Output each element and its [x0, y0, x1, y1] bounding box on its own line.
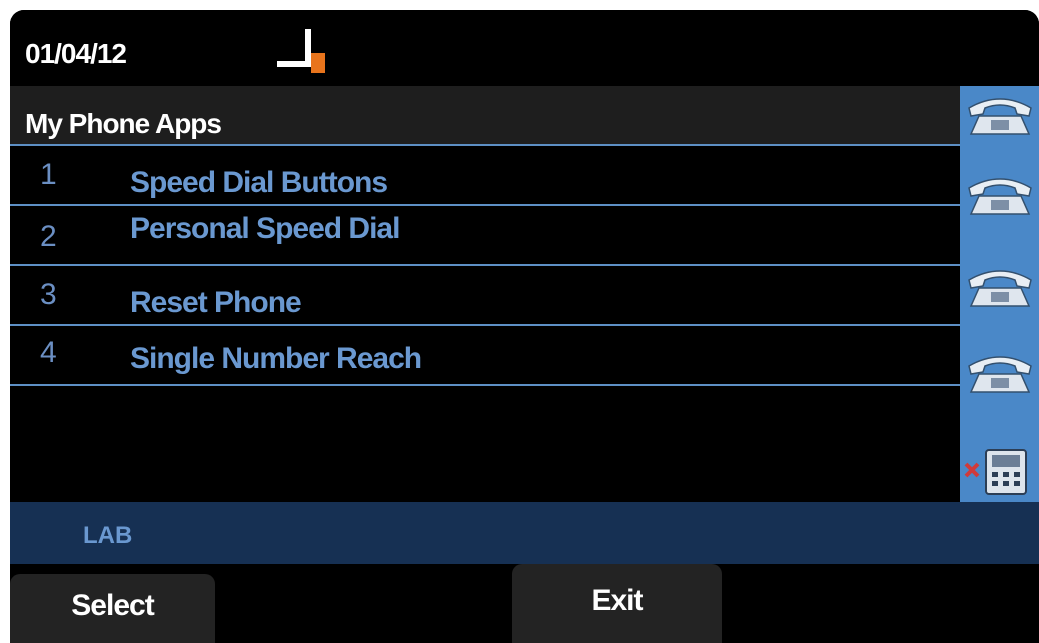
select-softkey[interactable]: Select — [10, 574, 215, 643]
menu-item-reset-phone[interactable]: 3 Reset Phone — [10, 266, 960, 326]
line-button-2[interactable] — [963, 172, 1037, 218]
menu-item-label: Reset Phone — [130, 286, 302, 319]
menu-item-label: Personal Speed Dial — [130, 212, 400, 245]
line-button-1[interactable] — [963, 92, 1037, 138]
exit-softkey[interactable]: Exit — [512, 564, 722, 643]
menu-item-number: 3 — [40, 278, 57, 311]
line-status-icon — [275, 27, 327, 75]
menu-item-number: 2 — [40, 220, 57, 253]
date-display: 01/04/12 — [25, 38, 127, 69]
phone-icon — [968, 178, 1032, 215]
phone-icon — [968, 356, 1032, 393]
menu-item-label: Single Number Reach — [130, 342, 422, 375]
menu-item-single-number-reach[interactable]: 4 Single Number Reach — [10, 326, 960, 386]
page-title: My Phone Apps — [25, 108, 222, 139]
line-button-panel — [960, 86, 1039, 502]
status-bar: 01/04/12 — [10, 10, 1039, 86]
menu-item-personal-speed-dial[interactable]: 2 Personal Speed Dial — [10, 206, 960, 266]
phone-icon — [968, 98, 1032, 135]
phone-icon — [968, 270, 1032, 307]
phone-screen: 01/04/12 My Phone Apps 1 Speed Dial Butt… — [10, 10, 1039, 643]
softkey-bar: Select Exit — [10, 564, 1039, 643]
menu-header: My Phone Apps — [10, 86, 960, 146]
menu-item-number: 4 — [40, 336, 57, 369]
line-button-3[interactable] — [963, 264, 1037, 310]
line-label: LAB — [83, 522, 133, 549]
menu-item-speed-dial-buttons[interactable]: 1 Speed Dial Buttons — [10, 146, 960, 206]
footer-bar: LAB — [10, 502, 1039, 564]
menu-item-label: Speed Dial Buttons — [130, 166, 388, 199]
menu-item-number: 1 — [40, 158, 57, 191]
line-button-4[interactable] — [963, 350, 1037, 396]
handset-disabled-icon[interactable] — [960, 446, 1039, 498]
